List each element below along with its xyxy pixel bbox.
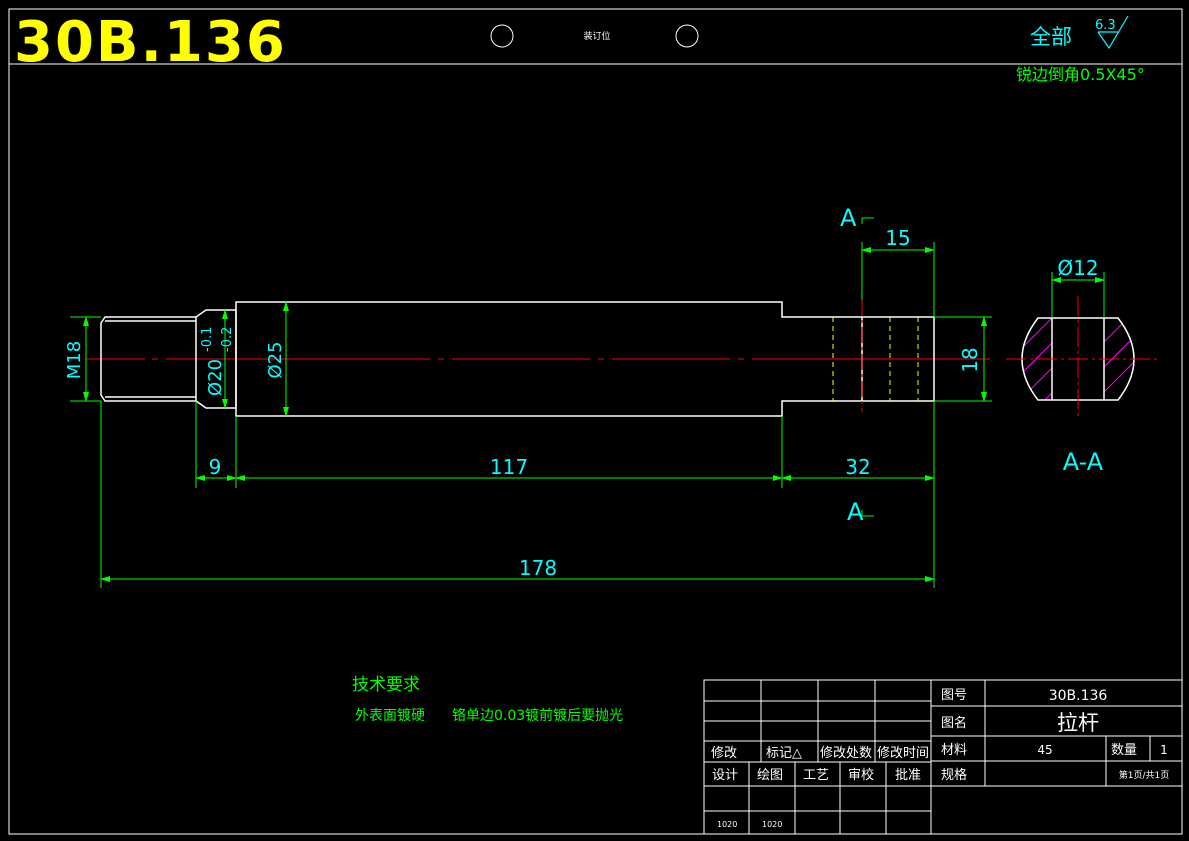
roughness-value: 6.3 — [1095, 18, 1116, 33]
dim-178-text: 178 — [519, 556, 557, 580]
dim-9-text: 9 — [209, 455, 222, 479]
dim-18-text: 18 — [958, 347, 982, 372]
rev-header-time: 修改时间 — [877, 746, 929, 761]
roughness-prefix: 全部 — [1030, 25, 1072, 49]
tech-line-part1: 外表面镀硬 — [355, 707, 425, 724]
section-view-a-a — [1006, 296, 1158, 420]
name-label: 图名 — [941, 715, 967, 731]
dim-32-text: 32 — [845, 455, 870, 479]
sign-value-design: 1020 — [717, 820, 737, 829]
tech-line-part2: 铬单边0.03镀前镀后要抛光 — [452, 707, 623, 724]
dim-117-text: 117 — [490, 455, 528, 479]
part-name-value: 拉杆 — [1057, 711, 1099, 735]
rev-header-mark: 标记△ — [766, 746, 802, 761]
rev-header-modify: 修改 — [711, 746, 737, 761]
sign-values: 1020 1020 — [717, 820, 782, 829]
cut-marker-bottom: A — [847, 498, 874, 526]
revision-headers: 修改 标记△ 修改处数 修改时间 — [711, 746, 929, 761]
binding-hole-right — [675, 24, 699, 48]
sign-draw: 绘图 — [757, 768, 783, 783]
page-info: 第1页/共1页 — [1119, 769, 1170, 781]
rev-header-count: 修改处数 — [820, 746, 872, 761]
cut-letter-top: A — [840, 204, 857, 232]
section-view-label: A-A — [1063, 448, 1104, 476]
cut-letter-bottom: A — [847, 498, 864, 526]
dim-d25-text: Ø25 — [265, 341, 286, 378]
sign-process: 工艺 — [803, 768, 829, 783]
cad-drawing-canvas: 30B.136 装订位 全部 6.3 锐边倒角0.5X45° M18 Ø20 -… — [8, 8, 1183, 835]
chamfer-note: 锐边倒角0.5X45° — [1016, 65, 1145, 84]
dim-d20-tol-upper: -0.1 — [200, 327, 215, 352]
drawing-no-label: 图号 — [941, 688, 967, 703]
dim-d12-text: Ø12 — [1057, 256, 1098, 280]
sign-design: 设计 — [712, 768, 738, 783]
dim-15-text: 15 — [885, 226, 910, 250]
material-value: 45 — [1037, 743, 1052, 757]
drawing-no-value: 30B.136 — [1049, 688, 1108, 704]
qty-label: 数量 — [1111, 743, 1137, 758]
dim-m18-text: M18 — [64, 341, 85, 379]
dim-d20-tol-lower: -0.2 — [220, 327, 235, 352]
qty-value: 1 — [1160, 743, 1168, 757]
drawing-code-title: 30B.136 — [14, 10, 287, 75]
sign-value-draw: 1020 — [762, 820, 782, 829]
sign-headers: 设计 绘图 工艺 审校 批准 — [712, 767, 921, 783]
sign-check: 审校 — [848, 767, 874, 783]
dim-d20-text: Ø20 — [205, 359, 226, 396]
spec-label: 规格 — [941, 767, 967, 783]
cut-marker-top: A — [840, 204, 874, 232]
tech-title: 技术要求 — [352, 675, 420, 695]
sign-approve: 批准 — [895, 768, 921, 783]
binding-hole-left — [490, 24, 514, 48]
extension-lines — [100, 242, 992, 588]
material-label: 材料 — [941, 743, 967, 758]
binding-label: 装订位 — [583, 30, 610, 42]
